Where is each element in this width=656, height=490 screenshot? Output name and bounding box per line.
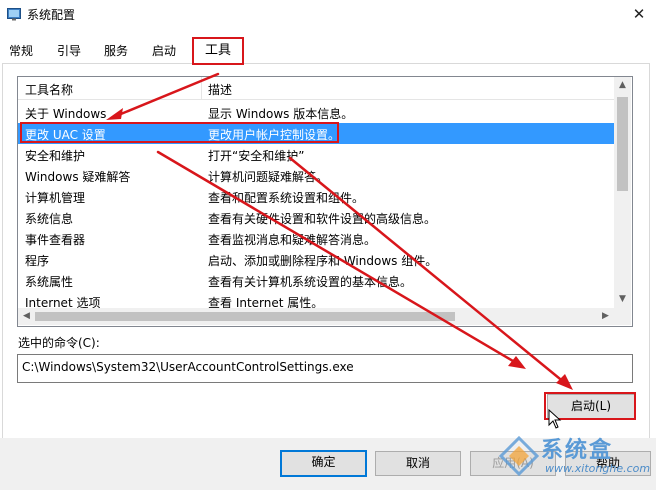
arrowhead-tab-to-row [106, 108, 123, 120]
mouse-cursor-icon [548, 409, 562, 429]
arrow-line-tab-to-row [114, 72, 220, 118]
watermark-url: www.xitonghe.com [545, 462, 651, 475]
arrow-line-row-to-command [156, 150, 520, 366]
watermark: 系统盒 www.xitonghe.com [495, 430, 655, 490]
watermark-logo-icon [499, 436, 539, 476]
watermark-brand: 系统盒 [541, 438, 614, 463]
arrowhead-row-to-command [508, 356, 526, 369]
arrow-line-row-to-launch [288, 156, 567, 385]
